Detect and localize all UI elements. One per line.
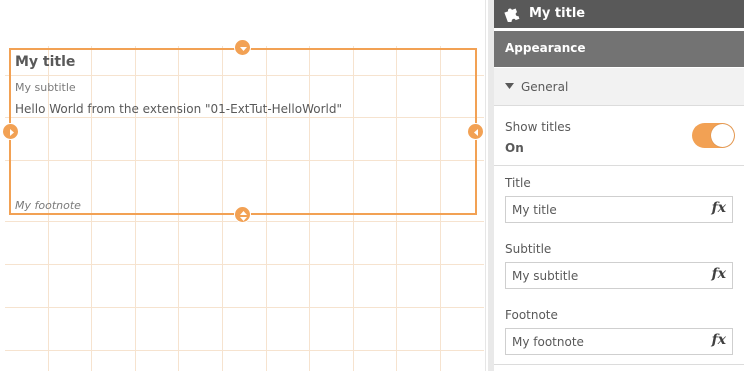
object-title: My title [15, 54, 76, 70]
properties-panel-body: My title Appearance General Show titles … [494, 0, 744, 371]
section-appearance[interactable]: Appearance [494, 31, 744, 67]
footnote-field: fx [505, 328, 733, 355]
resize-handle-top[interactable] [234, 39, 251, 56]
canvas-edge [485, 0, 486, 371]
subtitle-input[interactable] [506, 263, 707, 288]
footnote-label: Footnote [505, 308, 558, 322]
object-subtitle: My subtitle [15, 81, 76, 94]
toggle-knob [711, 124, 734, 147]
properties-panel: My title Appearance General Show titles … [488, 0, 744, 371]
title-expression-button[interactable]: fx [712, 200, 726, 216]
grid-line-horizontal [5, 307, 484, 308]
panel-header: My title [494, 0, 744, 28]
show-titles-toggle[interactable] [692, 123, 735, 148]
arrow-left-icon [474, 129, 478, 136]
arrow-down-icon [240, 47, 247, 51]
section-appearance-label: Appearance [505, 41, 586, 55]
resize-handle-right[interactable] [467, 123, 484, 140]
object-content-text: Hello World from the extension "01-ExtTu… [15, 102, 342, 116]
resize-handle-left[interactable] [2, 123, 19, 140]
extension-object[interactable]: My title My subtitle Hello World from th… [9, 48, 477, 215]
divider [494, 364, 744, 365]
subtitle-label: Subtitle [505, 242, 552, 256]
grid-line-horizontal [5, 264, 484, 265]
show-titles-state: On [505, 141, 524, 155]
sheet-canvas[interactable]: My title My subtitle Hello World from th… [0, 0, 488, 371]
divider [494, 165, 744, 166]
section-general-label: General [521, 80, 569, 94]
arrow-up-down-icon [240, 211, 247, 221]
caret-down-icon [505, 83, 514, 89]
resize-handle-bottom[interactable] [234, 206, 251, 223]
grid-line-horizontal [5, 350, 484, 351]
title-label: Title [505, 176, 531, 190]
footnote-input[interactable] [506, 329, 707, 354]
object-footnote: My footnote [15, 199, 81, 212]
title-input[interactable] [506, 197, 707, 222]
show-titles-label: Show titles [505, 120, 571, 134]
panel-header-title: My title [529, 6, 586, 21]
puzzle-piece-icon [504, 8, 520, 22]
title-field: fx [505, 196, 733, 223]
footnote-expression-button[interactable]: fx [712, 332, 726, 348]
subtitle-field: fx [505, 262, 733, 289]
subtitle-expression-button[interactable]: fx [712, 266, 726, 282]
section-general[interactable]: General [494, 68, 744, 106]
arrow-right-icon [10, 129, 14, 136]
